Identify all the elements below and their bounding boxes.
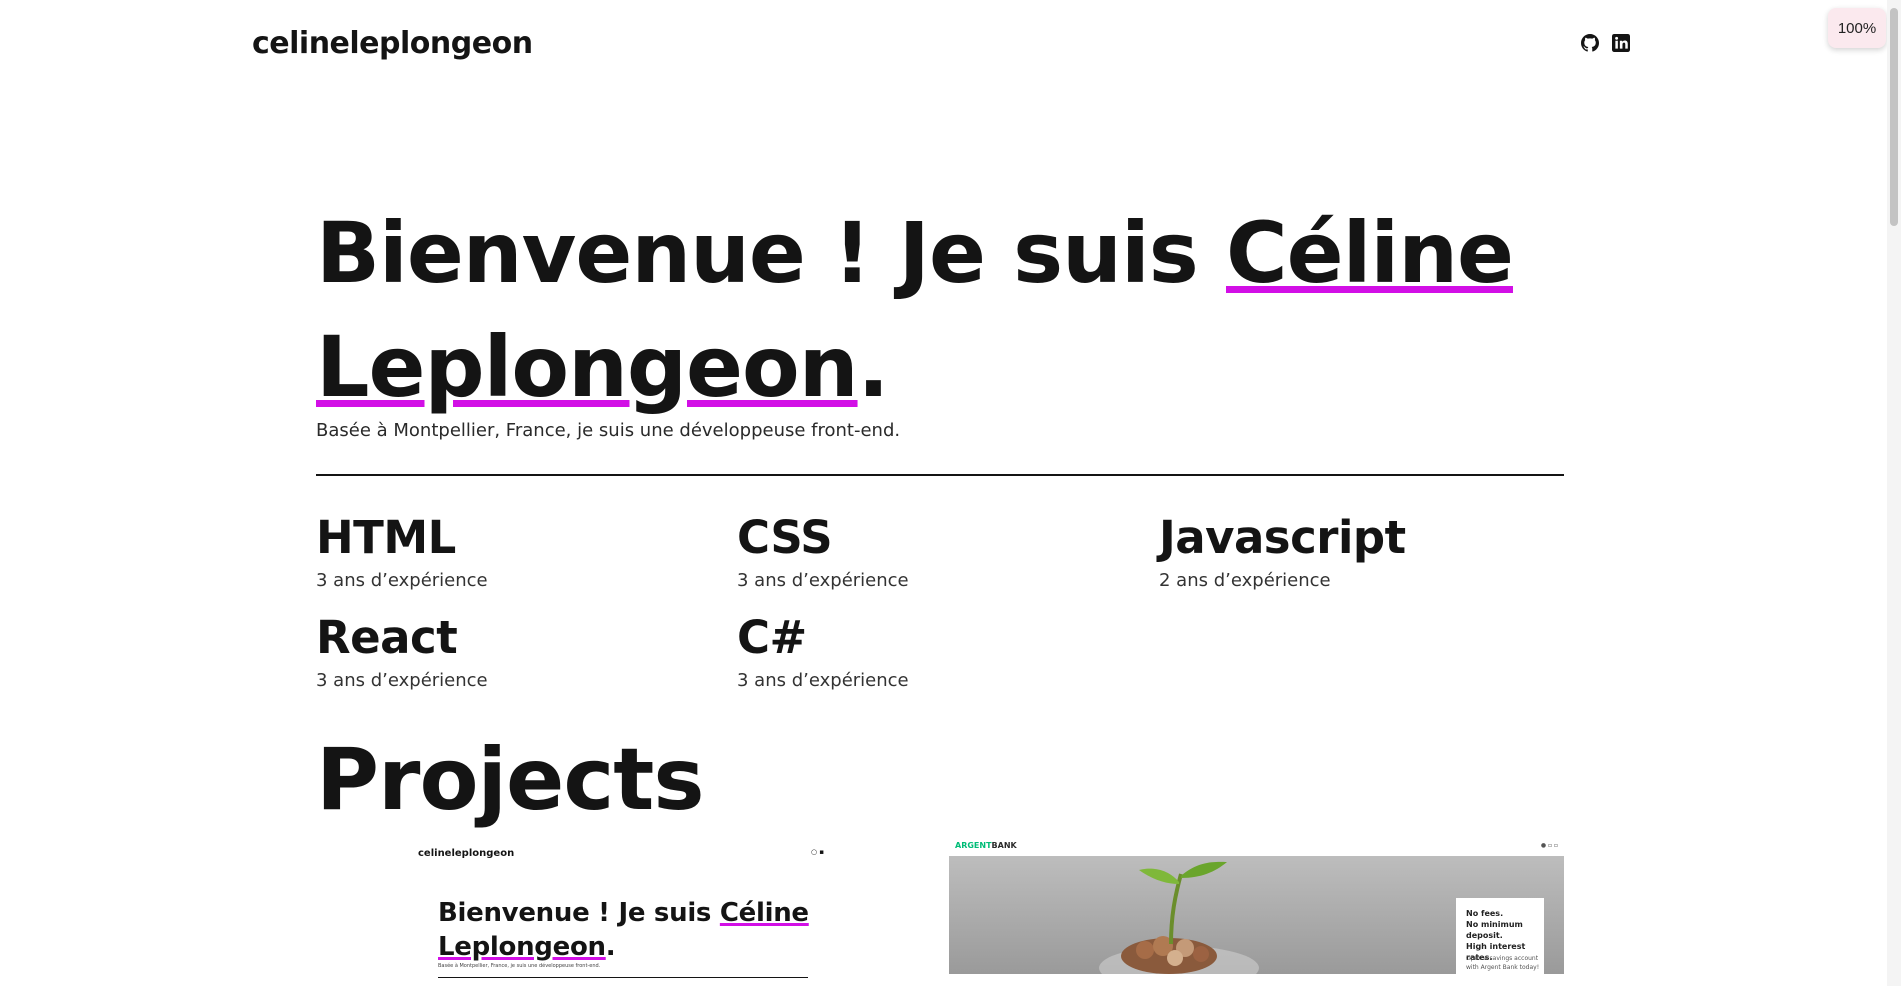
project-thumb-hero-image: No fees. No minimum deposit. High intere…: [949, 856, 1564, 974]
skill-name: CSS: [737, 511, 833, 564]
project-thumb-logo-rest: BANK: [991, 841, 1017, 850]
linkedin-icon[interactable]: [1612, 34, 1630, 52]
skill-name: HTML: [316, 511, 456, 564]
project-thumb-social-icons: ○ ▪: [811, 848, 825, 856]
skill-javascript: Javascript 2 ans d’expérience: [1159, 511, 1406, 592]
skill-experience: 3 ans d’expérience: [737, 570, 909, 591]
hero-title: Bienvenue ! Je suis Céline Leplongeon.: [316, 196, 1576, 424]
project-card-argentbank[interactable]: ARGENTBANK ● ▫ ▫ No fees. No minimum dep…: [949, 838, 1564, 974]
project-thumb-subtitle: Basée à Montpellier, France, je suis une…: [438, 963, 601, 969]
project-thumb-promo-text: Open a savings account with Argent Bank …: [1466, 955, 1540, 971]
site-logo[interactable]: celineleplongeon: [252, 26, 533, 61]
skill-experience: 3 ans d’expérience: [316, 570, 488, 591]
project-thumb-divider: [438, 977, 808, 978]
github-icon[interactable]: [1581, 34, 1599, 52]
section-divider: [316, 474, 1564, 476]
scrollbar[interactable]: [1887, 0, 1901, 986]
project-thumb-title: Bienvenue ! Je suis Céline Leplongeon.: [438, 896, 818, 964]
skill-experience: 3 ans d’expérience: [316, 670, 488, 691]
project-card-portfolio[interactable]: celineleplongeon ○ ▪ Bienvenue ! Je suis…: [408, 838, 832, 986]
skill-name: Javascript: [1159, 511, 1406, 564]
project-thumb-nav-icons: ● ▫ ▫: [1540, 842, 1558, 849]
skill-css: CSS 3 ans d’expérience: [737, 511, 909, 592]
zoom-indicator[interactable]: 100%: [1828, 8, 1886, 48]
scrollbar-thumb[interactable]: [1890, 8, 1898, 226]
project-thumb-logo: celineleplongeon: [418, 848, 515, 859]
skill-csharp: C# 3 ans d’expérience: [737, 611, 909, 692]
project-thumb-title-period: .: [605, 932, 616, 962]
skill-name: React: [316, 611, 458, 664]
hero-title-period: .: [857, 318, 890, 416]
skill-react: React 3 ans d’expérience: [316, 611, 488, 692]
project-thumb-navbar: ARGENTBANK ● ▫ ▫: [949, 838, 1564, 856]
project-thumb-logo: ARGENTBANK: [955, 841, 1017, 850]
site-header: celineleplongeon: [0, 0, 1888, 92]
skill-experience: 2 ans d’expérience: [1159, 570, 1331, 591]
project-thumb-title-greeting: Bienvenue ! Je suis: [438, 898, 720, 928]
skill-name: C#: [737, 611, 807, 664]
hero-title-greeting: Bienvenue ! Je suis: [316, 204, 1226, 302]
skill-html: HTML 3 ans d’expérience: [316, 511, 488, 592]
projects-title: Projects: [316, 730, 705, 830]
project-thumb-promo-box: No fees. No minimum deposit. High intere…: [1456, 898, 1544, 974]
project-thumb-logo-accent: ARGENT: [955, 841, 992, 850]
skill-experience: 3 ans d’expérience: [737, 670, 909, 691]
hero-subtitle: Basée à Montpellier, France, je suis une…: [316, 420, 901, 441]
